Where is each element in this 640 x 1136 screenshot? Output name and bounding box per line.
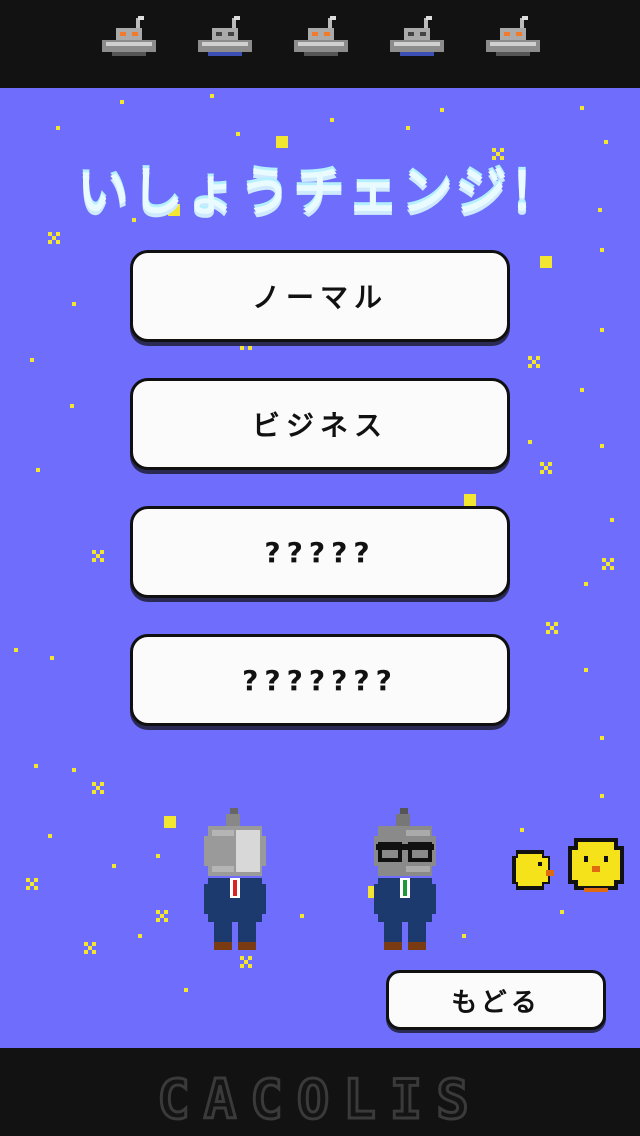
costume-business-button[interactable]: ビジネス (130, 378, 510, 470)
ufo-icon (294, 16, 348, 56)
costume-locked-button-1[interactable]: ????? (130, 506, 510, 598)
character-sprite-normal (204, 808, 266, 950)
brand-logo: CACOLIS (156, 1067, 483, 1133)
ufo-icon (198, 16, 252, 56)
back-button[interactable]: もどる (386, 970, 606, 1030)
page-title: いしょうチェンジ！ (76, 163, 563, 223)
costume-locked-button-2[interactable]: ??????? (130, 634, 510, 726)
ufo-icon (102, 16, 156, 56)
costume-change-screen: いしょうチェンジ！ ノーマル ビジネス ????? ??????? もどる CA… (0, 0, 640, 1136)
costume-normal-button[interactable]: ノーマル (130, 250, 510, 342)
ufo-icon (390, 16, 444, 56)
chick-sprite (512, 850, 554, 890)
character-sprite-business (374, 808, 436, 950)
top-bar (0, 0, 640, 88)
chick-sprite-large (568, 838, 624, 892)
ufo-icon (486, 16, 540, 56)
